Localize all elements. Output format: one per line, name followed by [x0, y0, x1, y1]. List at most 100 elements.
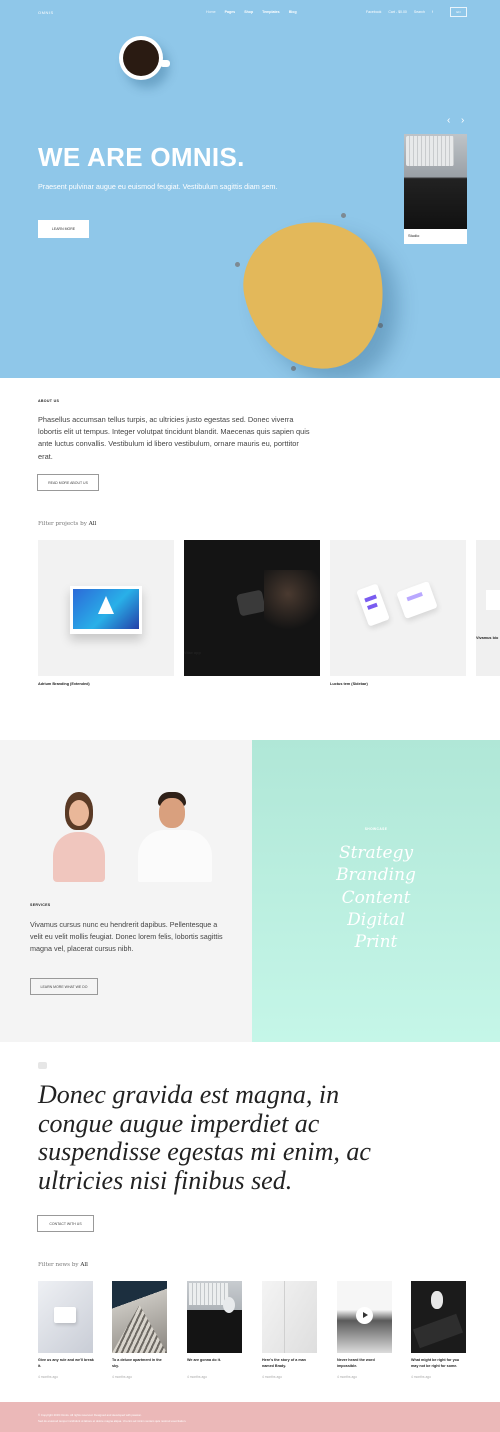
hero-section: OMNIS Home Pages Shop Templates Blog Fac…	[0, 0, 500, 378]
news-date: 4 months ago	[187, 1375, 207, 1379]
man-portrait	[138, 792, 212, 882]
nav-item-pages[interactable]: Pages	[225, 10, 236, 14]
project-art	[486, 590, 500, 610]
news-date: 4 months ago	[38, 1375, 58, 1379]
language-button[interactable]: EN	[450, 7, 467, 17]
footer-text: Sed do eiusmod tempor incididunt ut labo…	[38, 1419, 187, 1423]
news-thumbnail[interactable]	[38, 1281, 93, 1353]
play-button[interactable]	[356, 1307, 373, 1324]
project-thumbnail[interactable]	[330, 540, 466, 676]
news-thumbnail[interactable]	[262, 1281, 317, 1353]
quote-text: Donec gravida est magna, in congue augue…	[38, 1080, 371, 1195]
about-text: Phasellus accumsan tellus turpis, ac ult…	[38, 415, 310, 461]
tablet-image	[396, 581, 438, 619]
news-filter-all[interactable]: All	[80, 1262, 88, 1268]
quote-icon	[38, 1062, 47, 1069]
chair-leg	[291, 366, 296, 371]
slide-preview-label: Studio	[408, 233, 420, 238]
news-title[interactable]: To a deluxe apartment in the sky.	[112, 1358, 168, 1369]
project-thumbnail[interactable]	[476, 540, 500, 676]
hero-lead: Praesent pulvinar augue eu euismod feugi…	[38, 182, 278, 191]
cart-link[interactable]: Cart - $0.00	[388, 10, 406, 14]
news-thumbnail[interactable]	[187, 1281, 242, 1353]
facebook-link[interactable]: Facebook	[366, 10, 381, 14]
showcase-item-digital[interactable]: Digital	[252, 910, 500, 930]
news-title[interactable]: Give us any rule and we'll break it.	[38, 1358, 94, 1369]
tablet-ui	[406, 591, 423, 602]
news-date: 4 months ago	[262, 1375, 282, 1379]
chair-leg	[341, 213, 346, 218]
chair-image	[232, 209, 398, 378]
nav-item-shop[interactable]: Shop	[244, 10, 253, 14]
news-title[interactable]: What might be right for you may not be r…	[411, 1358, 467, 1369]
laptop-screen	[70, 586, 142, 634]
news-title[interactable]: Here's the story of a man named Brady.	[262, 1358, 318, 1369]
chair-leg	[235, 262, 240, 267]
contact-button[interactable]: CONTACT WITH US	[37, 1215, 94, 1232]
play-icon	[363, 1312, 368, 1318]
projects-filter-all[interactable]: All	[89, 521, 97, 527]
nav-item-home[interactable]: Home	[206, 10, 216, 14]
projects-filter: Filter projects by All	[38, 521, 96, 527]
about-label: ABOUT US	[38, 399, 60, 403]
showcase-label: SHOWCASE	[364, 827, 388, 831]
news-thumbnail[interactable]	[112, 1281, 167, 1353]
news-date: 4 months ago	[411, 1375, 431, 1379]
nav-item-templates[interactable]: Templates	[262, 10, 280, 14]
showcase-item-content[interactable]: Content	[252, 888, 500, 908]
phone-ui	[367, 602, 378, 610]
news-date: 4 months ago	[112, 1375, 132, 1379]
watch-image	[235, 589, 267, 617]
news-title[interactable]: Never heard the word impossible.	[337, 1358, 393, 1369]
services-text: Vivamus cursus nunc eu hendrerit dapibus…	[30, 920, 223, 953]
mouse-image	[223, 1297, 235, 1313]
device-image	[412, 1313, 464, 1349]
news-title[interactable]: We are gonna do it.	[187, 1358, 243, 1364]
slider-next-icon[interactable]: ›	[461, 116, 464, 126]
news-thumbnail[interactable]	[411, 1281, 466, 1353]
showcase-item-branding[interactable]: Branding	[252, 865, 500, 885]
project-thumbnail[interactable]	[184, 540, 320, 676]
news-date: 4 months ago	[337, 1375, 357, 1379]
coffee-cup-image	[119, 36, 163, 80]
site-logo[interactable]: OMNIS	[38, 10, 54, 15]
read-more-button[interactable]: READ MORE ABOUT US	[37, 474, 99, 491]
search-link[interactable]: Search	[414, 10, 425, 14]
device-image	[54, 1307, 76, 1323]
project-title[interactable]: Vivamus bio	[476, 636, 498, 640]
news-thumbnail[interactable]	[337, 1281, 392, 1353]
phone-ui	[364, 594, 377, 603]
services-label: SERVICES	[30, 903, 51, 907]
project-thumbnail[interactable]	[38, 540, 174, 676]
footer-copyright: © Copyright 2019 Omnis. All rights reser…	[38, 1413, 142, 1417]
facebook-icon[interactable]: f	[432, 10, 433, 14]
mouse-image	[431, 1291, 443, 1309]
project-title[interactable]: Vitae app	[184, 651, 201, 655]
footer: © Copyright 2019 Omnis. All rights reser…	[0, 1402, 500, 1432]
project-title[interactable]: Luctus tem (Sidebar)	[330, 682, 368, 686]
face	[69, 800, 89, 826]
slider-prev-icon[interactable]: ‹	[447, 116, 450, 126]
slide-preview-card[interactable]: Studio	[404, 134, 467, 244]
nav-item-blog[interactable]: Blog	[289, 10, 297, 14]
shirt	[138, 830, 212, 882]
building-image	[112, 1305, 167, 1353]
logo-a-icon	[98, 596, 114, 614]
woman-portrait	[51, 792, 107, 882]
keyboard-image	[404, 134, 467, 229]
chair-leg	[378, 323, 383, 328]
news-filter-prefix: Filter news by	[38, 1262, 79, 1268]
project-title[interactable]: Adrium Branding (Extended)	[38, 682, 90, 686]
hand-image	[264, 570, 320, 630]
phone-image	[356, 583, 390, 627]
news-filter: Filter news by All	[38, 1262, 88, 1268]
learn-more-button[interactable]: LEARN MORE	[38, 220, 89, 238]
header-utility-nav: Facebook Cart - $0.00 Search f	[366, 10, 433, 14]
hero-title: WE ARE OMNIS.	[38, 142, 245, 172]
projects-filter-prefix: Filter projects by	[38, 521, 87, 527]
learn-more-services-button[interactable]: LEARN MORE WHAT WE DO	[30, 978, 98, 995]
showcase-item-print[interactable]: Print	[252, 932, 500, 952]
showcase-item-strategy[interactable]: Strategy	[252, 843, 500, 863]
coffee-cup-handle	[160, 60, 170, 67]
wall-line	[284, 1281, 285, 1353]
